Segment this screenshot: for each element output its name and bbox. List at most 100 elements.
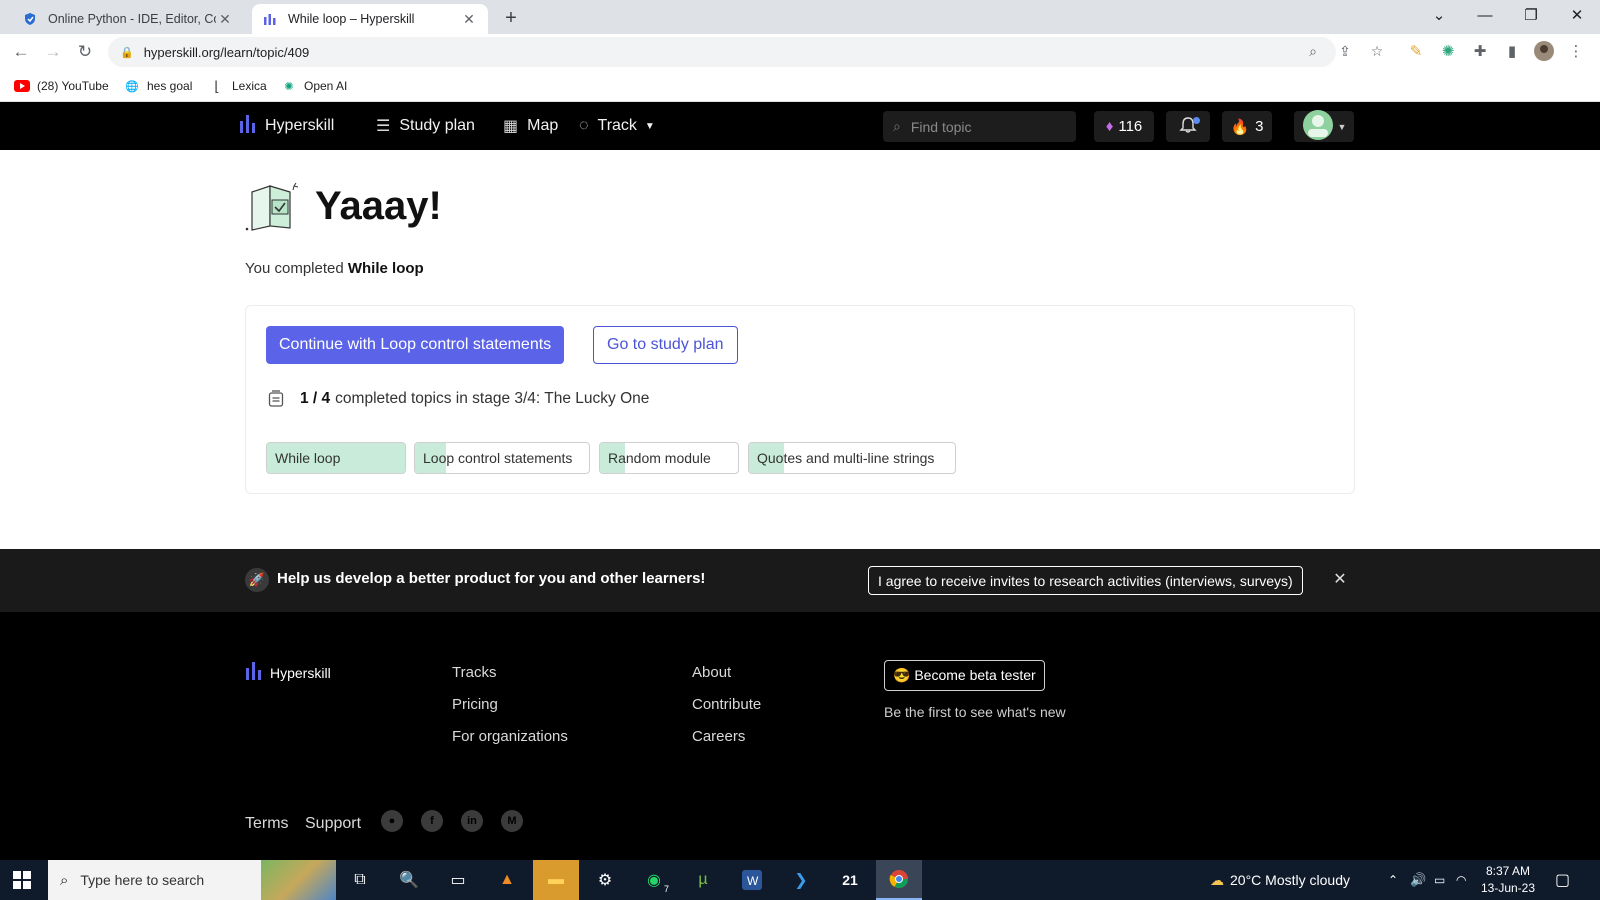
- close-window-button[interactable]: ✕: [1554, 0, 1600, 30]
- bookmark-star-icon[interactable]: ☆: [1367, 41, 1387, 61]
- tab-online-python[interactable]: Online Python - IDE, Editor, Com ✕: [12, 4, 244, 34]
- vlc-icon[interactable]: ▲: [484, 860, 530, 900]
- topic-search[interactable]: ⌕: [883, 111, 1076, 142]
- facebook-icon[interactable]: f: [421, 810, 443, 832]
- notifications-center-icon[interactable]: ▢: [1555, 860, 1570, 900]
- go-to-study-plan-button[interactable]: Go to study plan: [593, 326, 738, 364]
- footer-link-tracks[interactable]: Tracks: [452, 664, 496, 681]
- research-banner: 🚀 Help us develop a better product for y…: [0, 549, 1600, 612]
- footer-link-terms[interactable]: Terms: [245, 815, 289, 833]
- notifications-button[interactable]: [1166, 111, 1210, 142]
- chrome-icon[interactable]: [876, 860, 922, 900]
- bookmark-label: Lexica: [232, 79, 267, 93]
- hyperskill-logo-link[interactable]: Hyperskill: [240, 102, 334, 150]
- new-tab-button[interactable]: +: [498, 6, 524, 30]
- nav-study-plan[interactable]: ☰ Study plan: [376, 102, 475, 150]
- settings-gear-icon[interactable]: ⚙: [582, 860, 628, 900]
- lexica-icon: ⌊: [214, 77, 220, 94]
- footer-logo-link[interactable]: Hyperskill: [246, 662, 331, 683]
- openai-icon: ✺: [284, 80, 294, 93]
- battery-icon[interactable]: ▭: [1434, 860, 1445, 900]
- topic-chip-random-module[interactable]: Random module: [599, 442, 739, 474]
- topic-label: Quotes and multi-line strings: [757, 450, 935, 466]
- linkedin-icon[interactable]: in: [461, 810, 483, 832]
- tab-search-icon[interactable]: ⌄: [1416, 0, 1462, 30]
- terminal-icon[interactable]: ▭: [435, 860, 481, 900]
- tab-while-loop[interactable]: While loop – Hyperskill ✕: [252, 4, 488, 34]
- clock-time: 8:37 AM: [1485, 864, 1531, 878]
- utorrent-icon[interactable]: µ: [680, 860, 726, 900]
- close-tab-icon[interactable]: ✕: [460, 10, 478, 28]
- footer-link-pricing[interactable]: Pricing: [452, 696, 498, 713]
- footer-link-organizations[interactable]: For organizations: [452, 728, 568, 745]
- side-panel-icon[interactable]: ▮: [1501, 40, 1523, 62]
- nav-track-dropdown[interactable]: ◌ Track ▼: [579, 102, 655, 150]
- tray-chevron-icon[interactable]: ⌃: [1388, 860, 1398, 900]
- chrome-menu-icon[interactable]: ⋮: [1565, 40, 1587, 62]
- nav-label: Study plan: [399, 117, 475, 134]
- bookmark-youtube[interactable]: (28) YouTube: [14, 78, 109, 94]
- taskbar-search[interactable]: ⌕: [48, 860, 336, 900]
- bookmark-label: hes goal: [147, 79, 193, 93]
- windows-start-icon[interactable]: [10, 868, 34, 892]
- address-bar[interactable]: 🔒 hyperskill.org/learn/topic/409: [108, 37, 1336, 67]
- nav-map[interactable]: ▦ Map: [503, 102, 558, 150]
- bookmark-lexica[interactable]: ⌊ Lexica: [209, 77, 267, 94]
- completed-message: You completed While loop: [245, 260, 424, 277]
- taskbar-clock[interactable]: 8:37 AM 13-Jun-23: [1478, 863, 1538, 897]
- file-explorer-icon[interactable]: ▬: [533, 860, 579, 900]
- taskbar-search-input[interactable]: [80, 872, 251, 888]
- map-icon: ▦: [503, 118, 519, 135]
- topic-chip-while-loop[interactable]: While loop: [266, 442, 406, 474]
- minimize-button[interactable]: —: [1462, 0, 1508, 30]
- extensions-puzzle-icon[interactable]: ✚: [1469, 40, 1491, 62]
- close-icon[interactable]: ✕: [1330, 569, 1350, 589]
- back-icon[interactable]: ←: [8, 40, 34, 64]
- footer-link-about[interactable]: About: [692, 664, 731, 681]
- whatsapp-icon[interactable]: ◉ 7: [631, 860, 677, 900]
- weather-text: 20°C Mostly cloudy: [1230, 872, 1350, 888]
- progress-text: completed topics in stage 3/4: The Lucky…: [335, 390, 650, 407]
- gem-icon: ♦: [1105, 118, 1114, 135]
- vscode-icon[interactable]: ❯: [778, 860, 824, 900]
- profile-avatar[interactable]: [1533, 40, 1555, 62]
- search-input[interactable]: [910, 118, 1051, 135]
- python-ide-icon: [22, 11, 38, 27]
- medium-icon[interactable]: M: [501, 810, 523, 832]
- streak-counter[interactable]: 🔥 3: [1222, 111, 1272, 142]
- topic-chip-loop-control[interactable]: Loop control statements: [414, 442, 590, 474]
- forward-icon[interactable]: →: [40, 40, 66, 64]
- gems-counter[interactable]: ♦ 116: [1094, 111, 1154, 142]
- wifi-icon[interactable]: ◠: [1456, 860, 1466, 900]
- extension-person-icon[interactable]: ✎: [1405, 40, 1427, 62]
- topic-chip-quotes[interactable]: Quotes and multi-line strings: [748, 442, 956, 474]
- restore-button[interactable]: ❐: [1508, 0, 1554, 30]
- chatgpt-extension-icon[interactable]: ✺: [1437, 40, 1459, 62]
- app-search-icon[interactable]: 🔍: [386, 860, 432, 900]
- bookmark-hes-goal[interactable]: 🌐 hes goal: [124, 78, 192, 94]
- share-icon[interactable]: ⇪: [1335, 41, 1355, 61]
- topic-label: While loop: [275, 450, 341, 466]
- word-icon[interactable]: W: [729, 860, 775, 900]
- close-tab-icon[interactable]: ✕: [216, 10, 234, 28]
- agree-research-button[interactable]: I agree to receive invites to research a…: [868, 566, 1303, 595]
- task-view-icon[interactable]: ⧉: [337, 860, 383, 900]
- app-21-icon[interactable]: 21: [827, 860, 873, 900]
- reddit-icon[interactable]: ●: [381, 810, 403, 832]
- weather-widget[interactable]: ☁ 20°C Mostly cloudy: [1210, 860, 1350, 900]
- zoom-search-icon[interactable]: ⌕: [1303, 41, 1323, 61]
- bookmark-open-ai[interactable]: ✺ Open AI: [281, 78, 347, 94]
- user-avatar: [1302, 109, 1334, 145]
- caret-down-icon: ▼: [1337, 121, 1347, 132]
- streak-value: 3: [1255, 118, 1264, 135]
- footer-link-contribute[interactable]: Contribute: [692, 696, 761, 713]
- reload-icon[interactable]: ↻: [72, 40, 98, 64]
- footer-link-support[interactable]: Support: [305, 815, 361, 833]
- volume-icon[interactable]: 🔊: [1410, 860, 1426, 900]
- user-menu[interactable]: ▼: [1294, 109, 1354, 145]
- become-beta-tester-button[interactable]: 😎 Become beta tester: [884, 660, 1045, 691]
- youtube-icon: [14, 78, 30, 94]
- footer-link-careers[interactable]: Careers: [692, 728, 745, 745]
- search-icon: ⌕: [60, 871, 69, 889]
- continue-button[interactable]: Continue with Loop control statements: [266, 326, 565, 364]
